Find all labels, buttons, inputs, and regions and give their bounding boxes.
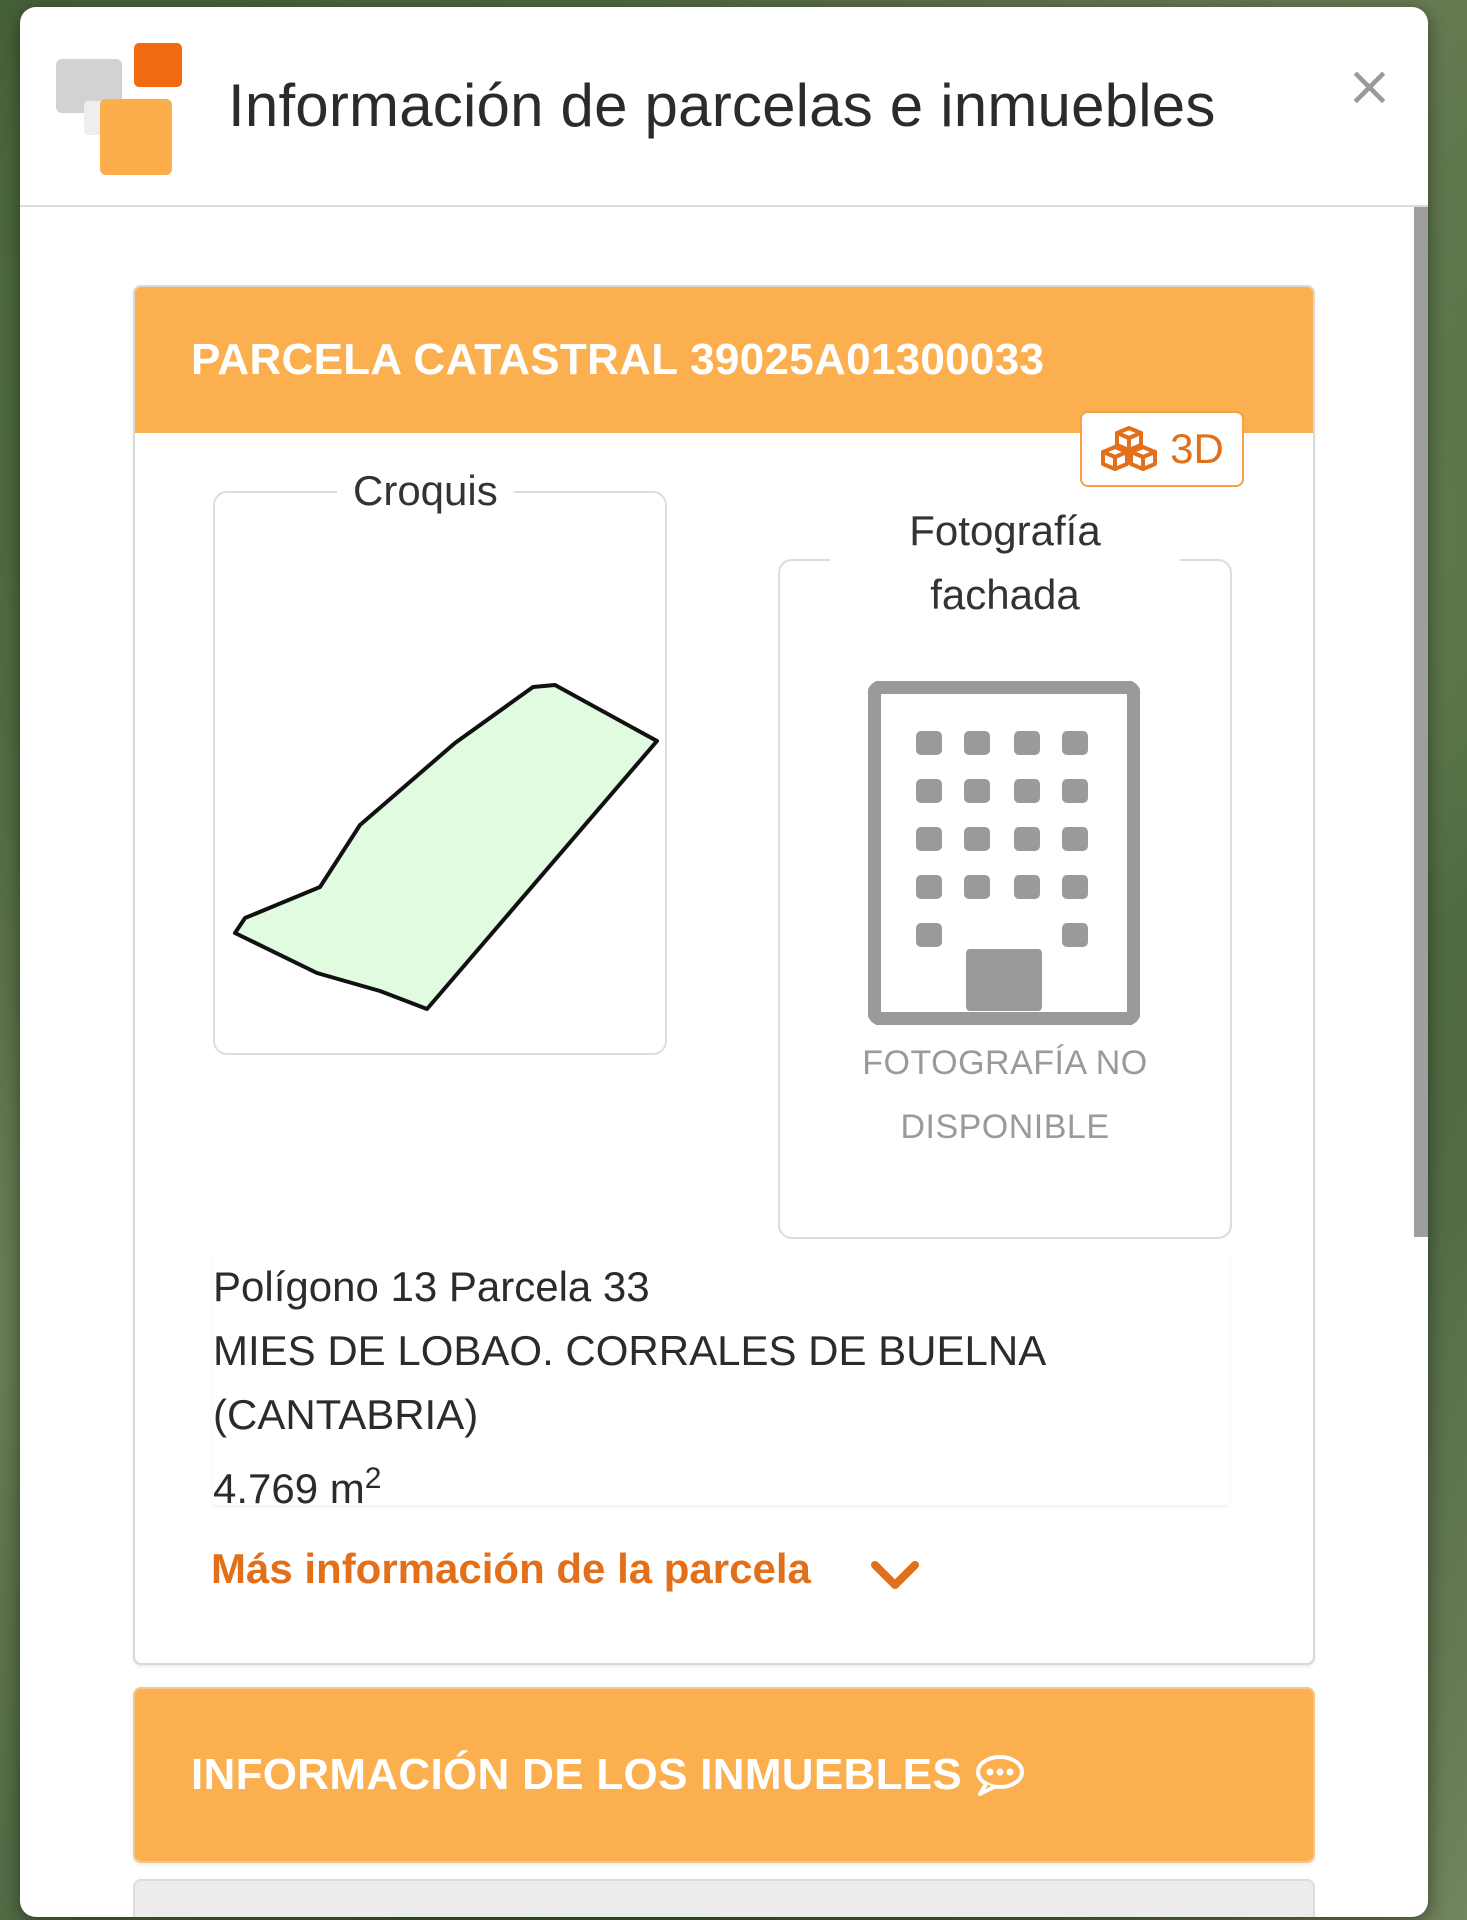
inmuebles-card-header: INFORMACIÓN DE LOS INMUEBLES: [135, 1689, 1313, 1861]
parcel-sketch[interactable]: [215, 593, 675, 1013]
comment-icon: [976, 1755, 1025, 1796]
view-3d-label: 3D: [1170, 425, 1224, 472]
parcel-details: Polígono 13 Parcela 33 MIES DE LOBAO. CO…: [213, 1255, 1229, 1512]
facade-photo-label-line1: Fotografía: [909, 507, 1101, 554]
catastro-logo-icon: [56, 43, 182, 175]
facade-photo-label: Fotografía fachada: [830, 499, 1180, 627]
croquis-label: Croquis: [337, 467, 514, 515]
parcel-area-exponent: 2: [364, 1462, 382, 1495]
close-icon[interactable]: ×: [1346, 59, 1393, 115]
inmuebles-card[interactable]: INFORMACIÓN DE LOS INMUEBLES: [133, 1687, 1315, 1863]
chevron-down-icon: [870, 1561, 919, 1589]
cubes-icon: [1101, 426, 1158, 471]
parcel-location: Polígono 13 Parcela 33: [213, 1263, 650, 1310]
parcel-info-dialog: Información de parcelas e inmuebles × PA…: [20, 7, 1428, 1917]
parcel-address-line1: MIES DE LOBAO. CORRALES DE BUELNA: [213, 1327, 1047, 1374]
facade-photo-panel: Fotografía fachada FOTOGRAFÍA NO DISPONI…: [778, 499, 1232, 1239]
scrollbar[interactable]: [1414, 207, 1428, 1237]
building-icon: [868, 681, 1140, 1025]
more-parcel-info-label: Más información de la parcela: [211, 1545, 811, 1592]
parcel-area-value: 4.769 m: [213, 1465, 365, 1512]
photo-unavailable-line2: DISPONIBLE: [900, 1108, 1110, 1146]
parcel-area: 4.769 m2: [213, 1447, 1229, 1521]
parcel-card: PARCELA CATASTRAL 39025A01300033 3D Croq: [133, 285, 1315, 1665]
inmuebles-header-label: INFORMACIÓN DE LOS INMUEBLES: [191, 1750, 963, 1799]
facade-photo-label-line2: fachada: [930, 571, 1080, 618]
next-card: [133, 1879, 1315, 1917]
parcel-address-line2: (CANTABRIA): [213, 1391, 479, 1438]
dialog-title: Información de parcelas e inmuebles: [228, 72, 1216, 139]
croquis-panel: Croquis: [213, 467, 667, 1055]
more-parcel-info-link[interactable]: Más información de la parcela: [211, 1545, 921, 1593]
photo-unavailable-line1: FOTOGRAFÍA NO: [862, 1044, 1148, 1082]
photo-unavailable-text: FOTOGRAFÍA NO DISPONIBLE: [780, 1031, 1230, 1159]
view-3d-button[interactable]: 3D: [1080, 411, 1244, 487]
dialog-header: Información de parcelas e inmuebles ×: [20, 7, 1428, 207]
